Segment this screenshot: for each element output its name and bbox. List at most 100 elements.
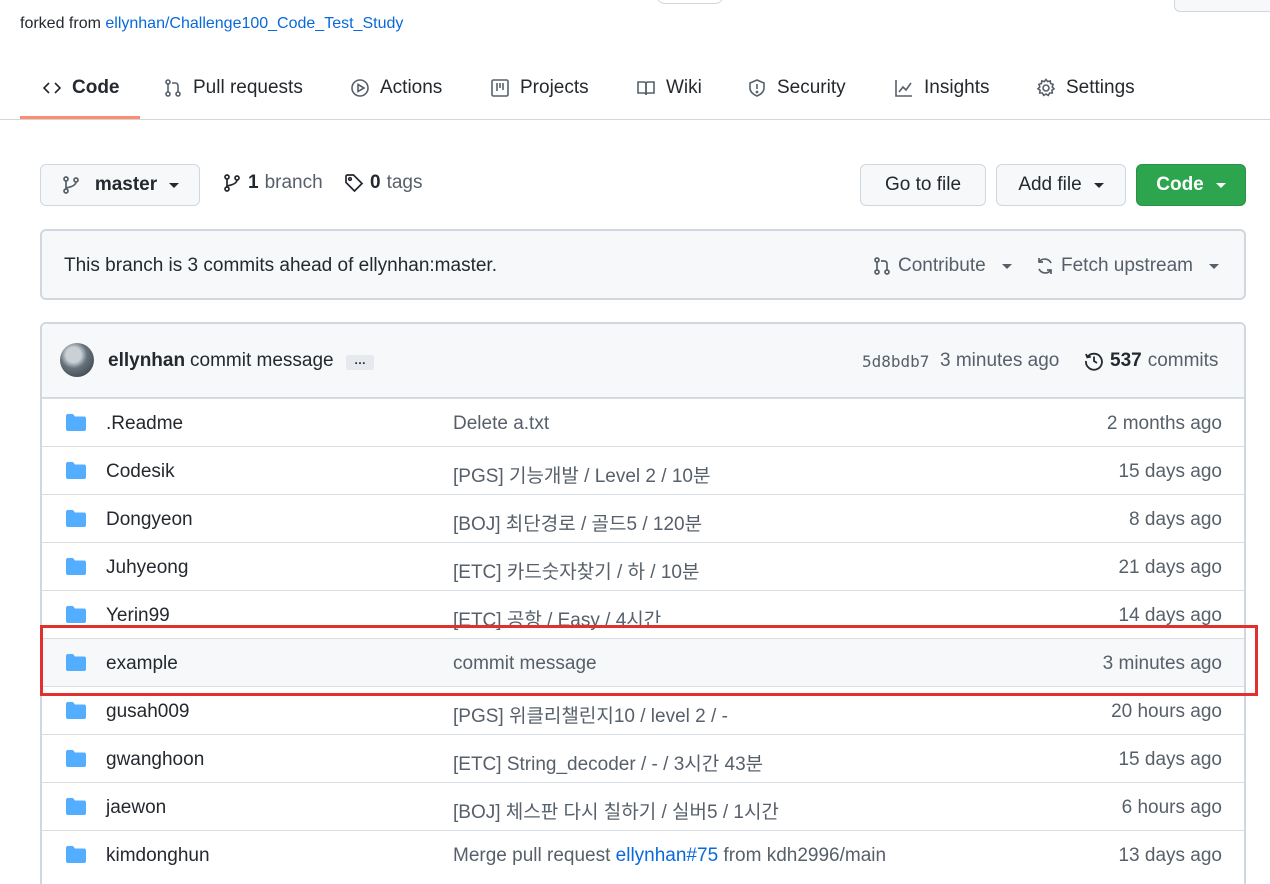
tab-settings[interactable]: Settings [1036,56,1135,120]
file-commit-message[interactable]: commit message [453,653,597,675]
tab-wiki[interactable]: Wiki [636,56,702,120]
file-commit-message[interactable]: [ETC] String_decoder / - / 3시간 43분 [453,749,763,776]
file-commit-age: 15 days ago [1118,461,1222,482]
file-name-link[interactable]: example [106,653,178,675]
file-row[interactable]: .Readme Delete a.txt 2 months ago [42,398,1244,446]
code-download-button[interactable]: Code [1136,164,1246,206]
branch-select-button[interactable]: master [40,164,200,206]
chevron-down-icon [1215,182,1226,188]
sync-icon [1038,258,1052,274]
tab-pull-requests[interactable]: Pull requests [163,56,303,120]
avatar[interactable] [60,343,94,377]
file-row[interactable]: jaewon [BOJ] 체스판 다시 칠하기 / 실버5 / 1시간 6 hour… [42,782,1244,830]
file-commit-message[interactable]: [PGS] 기능개발 / Level 2 / 10분 [453,461,710,488]
commit-history-link[interactable]: 537 commits [1084,350,1218,372]
file-list: ellynhan commit message … 5d8bdb7 3 minu… [40,322,1246,884]
contribute-button[interactable]: Contribute [872,255,1012,277]
book-icon [637,81,655,96]
tab-label: Wiki [666,77,702,98]
branches-link[interactable]: 1 branch [222,172,323,194]
add-file-label: Add file [1018,174,1082,195]
file-name-link[interactable]: gusah009 [106,701,189,723]
commit-message-part[interactable]: Merge pull request [453,845,616,866]
gear-icon [1036,78,1056,97]
file-name-link[interactable]: kimdonghun [106,845,210,867]
file-row[interactable]: gusah009 [PGS] 위클리챌린지10 / level 2 / - 20 h… [42,686,1244,734]
ahead-message: This branch is 3 commits ahead of ellynh… [64,255,497,276]
file-row[interactable]: Juhyeong [ETC] 카드숫자찾기 / 하 / 10분 21 days ag… [42,542,1244,590]
header-action-button[interactable] [1174,0,1270,12]
file-commit-message[interactable]: [BOJ] 최단경로 / 골드5 / 120분 [453,509,702,536]
folder-icon [66,510,86,527]
file-name-link[interactable]: gwanghoon [106,749,204,771]
shield-icon [749,79,765,97]
pull-request-icon [165,79,181,97]
file-row[interactable]: Dongyeon [BOJ] 최단경로 / 골드5 / 120분 8 days ag… [42,494,1244,542]
file-row[interactable]: Yerin99 [ETC] 공항 / Easy / 4시간 14 days ago [42,590,1244,638]
file-commit-age: 14 days ago [1118,605,1222,626]
file-name-link[interactable]: Codesik [106,461,175,483]
commit-message-part[interactable]: from kdh2996/main [718,845,886,866]
tab-label: Pull requests [193,77,303,98]
commit-count-label: commits [1147,350,1219,371]
pull-request-link[interactable]: ellynhan#75 [616,845,718,866]
file-name-link[interactable]: jaewon [106,797,166,819]
tab-actions[interactable]: Actions [350,56,442,120]
file-name-link[interactable]: Yerin99 [106,605,170,627]
file-row[interactable]: kimdonghun Merge pull request ellynhan#75… [42,830,1244,878]
file-commit-message[interactable]: Merge pull request ellynhan#75 from kdh2… [453,845,886,867]
branch-icon [224,174,240,192]
folder-icon [66,846,86,863]
tab-label: Code [72,77,120,98]
go-to-file-label: Go to file [884,174,962,195]
forked-prefix: forked from [20,15,106,32]
file-commit-age: 8 days ago [1129,509,1222,530]
file-commit-message[interactable]: [ETC] 카드숫자찾기 / 하 / 10분 [453,557,699,584]
tag-icon [345,174,364,193]
branch-icon [62,176,79,194]
folder-icon [66,798,86,815]
folder-icon [66,654,86,671]
contribute-label: Contribute [898,255,986,276]
file-commit-message[interactable]: Delete a.txt [453,413,549,435]
tags-link[interactable]: 0 tags [344,172,423,194]
code-button-label: Code [1156,174,1204,195]
file-commit-message[interactable]: [ETC] 공항 / Easy / 4시간 [453,605,661,632]
add-file-button[interactable]: Add file [996,164,1126,206]
tab-projects[interactable]: Projects [490,56,589,120]
chevron-down-icon [169,182,180,188]
tag-count-label: tags [386,172,423,193]
file-row[interactable]: Codesik [PGS] 기능개발 / Level 2 / 10분 15 days… [42,446,1244,494]
file-commit-message[interactable]: [BOJ] 체스판 다시 칠하기 / 실버5 / 1시간 [453,797,779,824]
graph-icon [895,80,912,97]
go-to-file-button[interactable]: Go to file [860,164,986,206]
repo-nav-tabs: Code Pull requests Actions Projects Wiki… [0,56,1270,120]
fetch-upstream-button[interactable]: Fetch upstream [1035,255,1219,277]
commit-sha[interactable]: 5d8bdb7 [862,352,929,371]
file-row[interactable]: example commit message 3 minutes ago [42,638,1244,686]
branch-name: master [94,174,158,195]
tab-code[interactable]: Code [42,56,120,120]
code-icon [42,82,62,94]
tab-security[interactable]: Security [747,56,846,120]
project-board-icon [491,79,509,97]
chevron-down-icon [1001,263,1012,269]
visibility-badge [656,0,724,4]
commit-message[interactable]: commit message [190,350,334,372]
pull-request-icon [874,257,890,275]
forked-source-link[interactable]: ellynhan/Challenge100_Code_Test_Study [105,15,403,32]
folder-icon [66,414,86,431]
chevron-down-icon [1209,263,1219,269]
file-row[interactable]: gwanghoon [ETC] String_decoder / - / 3시간 … [42,734,1244,782]
file-commit-message[interactable]: [PGS] 위클리챌린지10 / level 2 / - [453,701,728,728]
tab-label: Security [777,77,846,98]
file-commit-age: 13 days ago [1118,845,1222,866]
branch-count: 1 [248,172,259,193]
commit-author[interactable]: ellynhan [108,350,185,372]
expand-commit-button[interactable]: … [346,354,374,370]
file-name-link[interactable]: Juhyeong [106,557,188,579]
tab-insights[interactable]: Insights [894,56,989,120]
file-name-link[interactable]: .Readme [106,413,183,435]
active-tab-underline [20,116,140,119]
file-name-link[interactable]: Dongyeon [106,509,193,531]
